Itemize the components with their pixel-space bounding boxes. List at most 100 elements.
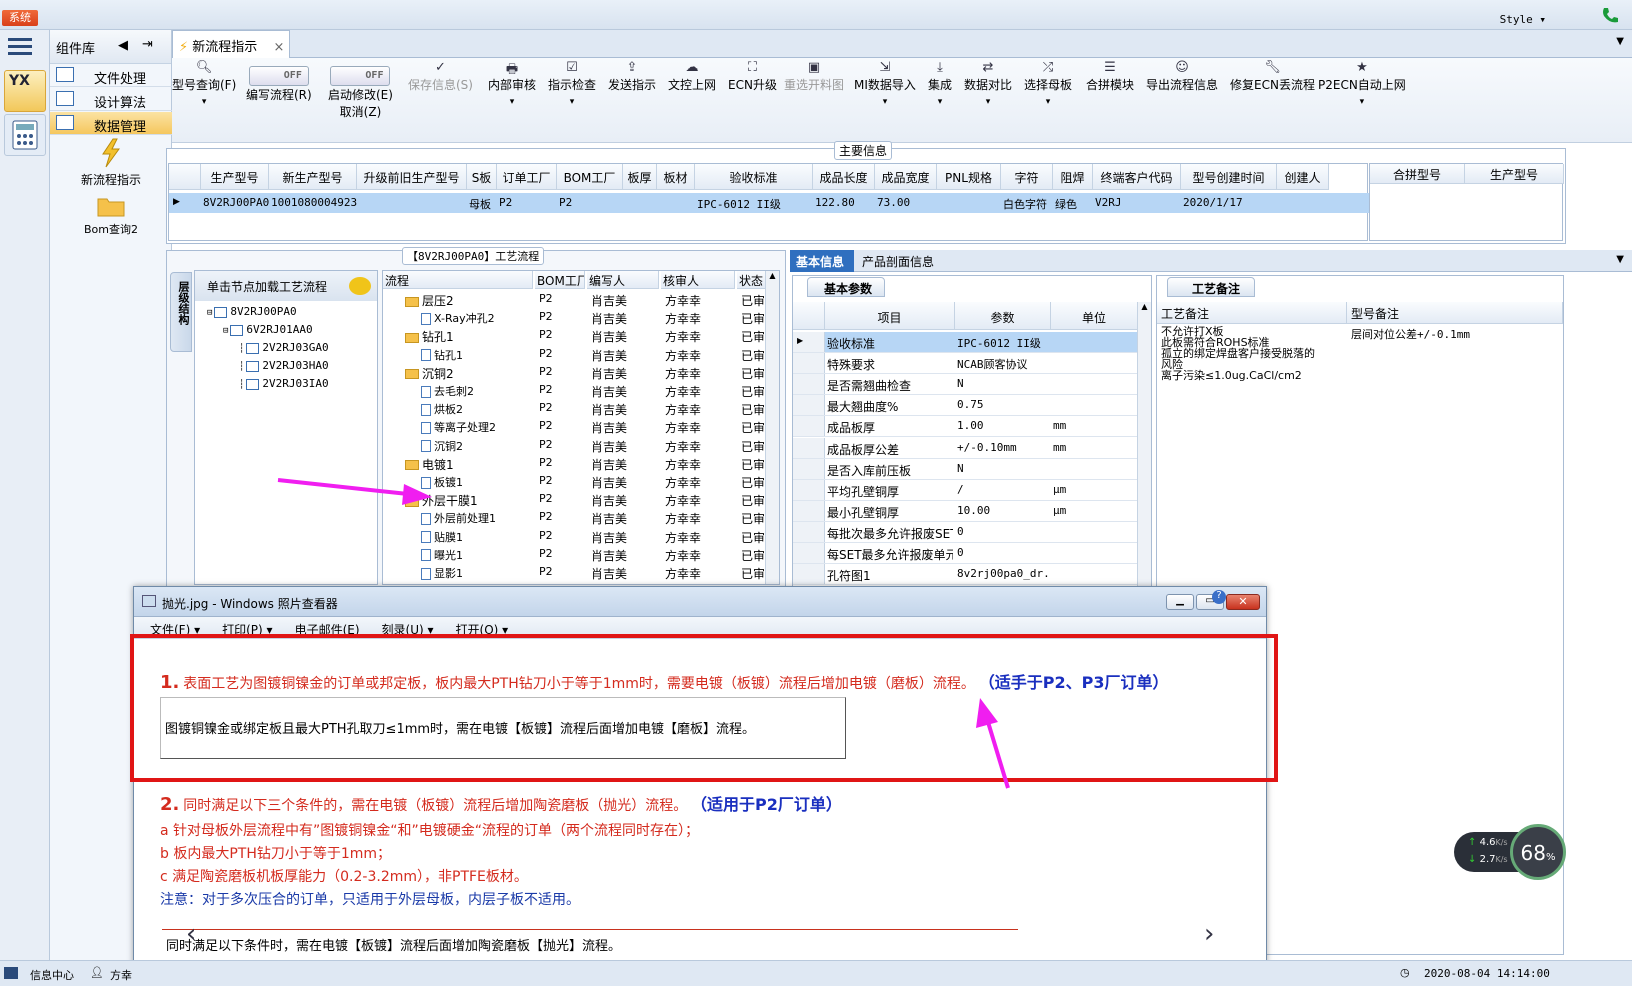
comment-icon[interactable] — [349, 277, 371, 295]
param-row[interactable]: ▶ 验收标准 IPC-6012 II级 — [793, 332, 1138, 353]
style-menu[interactable]: Style ▾ — [1500, 13, 1546, 26]
off-switch[interactable]: OFF — [248, 66, 309, 86]
column-header[interactable]: BOM工厂 — [557, 164, 623, 190]
flow-row[interactable]: 外层前处理1 P2 肖吉美 方幸幸 已审核 — [383, 510, 767, 528]
basic-params-tab[interactable]: 基本参数 — [807, 277, 885, 297]
model-query-button[interactable]: 🔍︎ 型号查询(F) ▾ — [172, 60, 236, 107]
toolbar-button-14[interactable]: 🔧︎ 修复ECN丢流程 — [1230, 60, 1315, 93]
flow-column-header[interactable]: 核审人 — [661, 271, 735, 289]
column-header[interactable]: PNL规格 — [937, 164, 1001, 190]
flow-row[interactable]: X-Ray冲孔2 P2 肖吉美 方幸幸 已审核 — [383, 310, 767, 328]
flow-row[interactable]: 沉铜2 P2 肖吉美 方幸幸 已审核 — [383, 365, 767, 383]
new-flow-tool[interactable]: 新流程指示 — [50, 138, 172, 188]
collapse-left-icon[interactable]: ◀ — [118, 38, 128, 53]
param-row[interactable]: 每批次最多允许报废SET 0 — [793, 521, 1138, 543]
tab-new-flow[interactable]: ⚡ 新流程指示 × — [172, 30, 290, 58]
flow-row[interactable]: 显影1 P2 肖吉美 方幸幸 已审核 — [383, 565, 767, 583]
column-header[interactable]: 型号创建时间 — [1181, 164, 1277, 190]
help-icon[interactable]: ? — [1212, 590, 1226, 604]
flow-row[interactable]: 层压2 P2 肖吉美 方幸幸 已审核 — [383, 292, 767, 310]
process-remarks-tab[interactable]: 工艺备注 — [1167, 277, 1255, 297]
write-flow-toggle[interactable]: OFF 编写流程(R) — [246, 66, 312, 103]
param-row[interactable]: 特殊要求 NCAB顾客协议 — [793, 353, 1138, 375]
tree-node[interactable]: ⊟ 6V2RJ01AA0 — [223, 323, 313, 336]
tree-node[interactable]: ┆ 2V2RJ03GA0 — [239, 341, 329, 354]
row-selector[interactable] — [793, 564, 825, 585]
param-row[interactable]: 最小孔壁铜厚 10.00 μm — [793, 500, 1138, 522]
flow-row[interactable]: 曝光1 P2 肖吉美 方幸幸 已审核 — [383, 547, 767, 565]
toolbar-button-15[interactable]: ★ P2ECN自动上网 ▾ — [1318, 60, 1406, 107]
column-header[interactable]: 验收标准 — [695, 164, 813, 190]
toolbar-button-1[interactable]: ✓ 保存信息(S) — [408, 60, 473, 93]
flow-column-header[interactable]: 流程 — [383, 271, 533, 289]
tree-node[interactable]: ┆ 2V2RJ03IA0 — [239, 377, 329, 390]
phone-icon[interactable] — [1600, 6, 1622, 28]
flow-row[interactable]: 电镀1 P2 肖吉美 方幸幸 已审核 — [383, 456, 767, 474]
column-header[interactable]: S板 — [467, 164, 497, 190]
bom-query-tool[interactable]: Bom查询2 — [50, 194, 172, 237]
next-image-icon[interactable]: › — [1204, 919, 1214, 949]
toolbar-button-9[interactable]: ⤓ 集成 ▾ — [928, 60, 952, 107]
flow-column-header[interactable]: 编写人 — [587, 271, 659, 289]
flow-row[interactable]: 烘板2 P2 肖吉美 方幸幸 已审核 — [383, 401, 767, 419]
flow-row[interactable]: 沉铜2 P2 肖吉美 方幸幸 已审核 — [383, 438, 767, 456]
widget-item-design[interactable]: 设计算法 — [50, 88, 172, 111]
close-icon[interactable]: ✕ — [1226, 594, 1260, 610]
param-column-header[interactable]: 单位 — [1051, 302, 1138, 330]
column-header[interactable]: 创建人 — [1277, 164, 1329, 190]
table-cell[interactable]: 绿色 — [1055, 196, 1093, 212]
toolbar-button-13[interactable]: ☺ 导出流程信息 — [1146, 60, 1218, 93]
table-cell[interactable]: IPC-6012 II级 — [697, 196, 813, 212]
param-column-header[interactable]: 项目 — [825, 302, 955, 330]
table-cell[interactable]: 10010800049232 — [271, 196, 357, 209]
flow-scrollbar[interactable]: ▲ — [765, 271, 779, 584]
row-selector[interactable] — [793, 353, 825, 374]
row-selector[interactable] — [793, 374, 825, 395]
info-dropdown-icon[interactable]: ▼ — [1616, 254, 1624, 265]
system-menu-button[interactable]: 系统 — [2, 10, 38, 26]
table-cell[interactable]: V2RJ — [1095, 196, 1181, 209]
toolbar-button-6[interactable]: ⛶ ECN升级 — [728, 60, 777, 93]
table-row[interactable]: ▶ 8V2RJ00PA0 10010800049232 母板 P2 P2 IPC-6012 … — [169, 193, 1369, 213]
param-row[interactable]: 成品板厚 1.00 mm — [793, 416, 1138, 438]
row-selector[interactable]: ▶ — [793, 332, 825, 352]
toolbar-button-10[interactable]: ⇄ 数据对比 ▾ — [964, 60, 1012, 107]
flow-row[interactable]: 板镀1 P2 肖吉美 方幸幸 已审核 — [383, 474, 767, 492]
off-switch[interactable]: OFF — [330, 66, 391, 86]
toolbar-button-7[interactable]: ▣ 重选开料图 — [784, 60, 844, 93]
param-row[interactable]: 孔符图1 8v2rj00pa0_dr... — [793, 564, 1138, 586]
tab-basic-info[interactable]: 基本信息 — [790, 250, 854, 272]
column-header[interactable]: 生产型号 — [201, 164, 269, 190]
param-column-header[interactable]: 参数 — [955, 302, 1051, 330]
windows-icon[interactable] — [4, 967, 18, 979]
flow-row[interactable]: 外层干膜1 P2 肖吉美 方幸幸 已审核 — [383, 492, 767, 510]
process-remarks-text[interactable]: 不允许打X板 此板需符合ROHS标准 孤立的绑定焊盘客户接受脱落的 风险 离子污染≤1.… — [1161, 326, 1341, 381]
param-row[interactable]: 每SET最多允许报废单元 0 — [793, 543, 1138, 564]
cpu-usage-gauge[interactable]: 68% — [1510, 824, 1566, 880]
row-selector[interactable] — [793, 479, 825, 500]
row-selector[interactable] — [793, 416, 825, 437]
table-cell[interactable]: 73.00 — [877, 196, 937, 209]
toolbar-button-8[interactable]: ⇲ MI数据导入 ▾ — [854, 60, 916, 107]
column-header[interactable]: 板厚 — [623, 164, 657, 190]
column-header[interactable]: 成品长度 — [813, 164, 875, 190]
close-tab-icon[interactable]: × — [273, 40, 284, 55]
flow-row[interactable]: 去毛刺2 P2 肖吉美 方幸幸 已审核 — [383, 383, 767, 401]
toolbar-button-2[interactable]: 🖶︎ 内部审核 ▾ — [488, 60, 536, 107]
model-remarks-text[interactable]: 层间对位公差+/-0.1mm — [1351, 326, 1470, 342]
table-cell[interactable]: 2020/1/17 — [1183, 196, 1277, 209]
toolbar-button-11[interactable]: ⤮ 选择母板 ▾ — [1024, 60, 1072, 107]
table-cell[interactable]: 8V2RJ00PA0 — [203, 196, 269, 209]
hamburger-icon[interactable] — [8, 36, 32, 59]
column-header[interactable]: 新生产型号 — [269, 164, 357, 190]
hierarchy-side-tab[interactable]: 层级结构 — [170, 272, 192, 352]
column-header[interactable]: 成品宽度 — [875, 164, 937, 190]
param-row[interactable]: 是否需翘曲检查 N — [793, 374, 1138, 396]
row-selector[interactable] — [793, 395, 825, 416]
basic-scrollbar[interactable]: ▲ — [1137, 302, 1151, 586]
widget-item-file[interactable]: 文件处理 — [50, 64, 172, 87]
row-selector[interactable] — [793, 458, 825, 479]
cancel-label[interactable]: 取消(Z) — [340, 105, 382, 119]
tab-dropdown-icon[interactable]: ▼ — [1616, 36, 1624, 47]
table-cell[interactable]: 母板 — [469, 196, 497, 212]
